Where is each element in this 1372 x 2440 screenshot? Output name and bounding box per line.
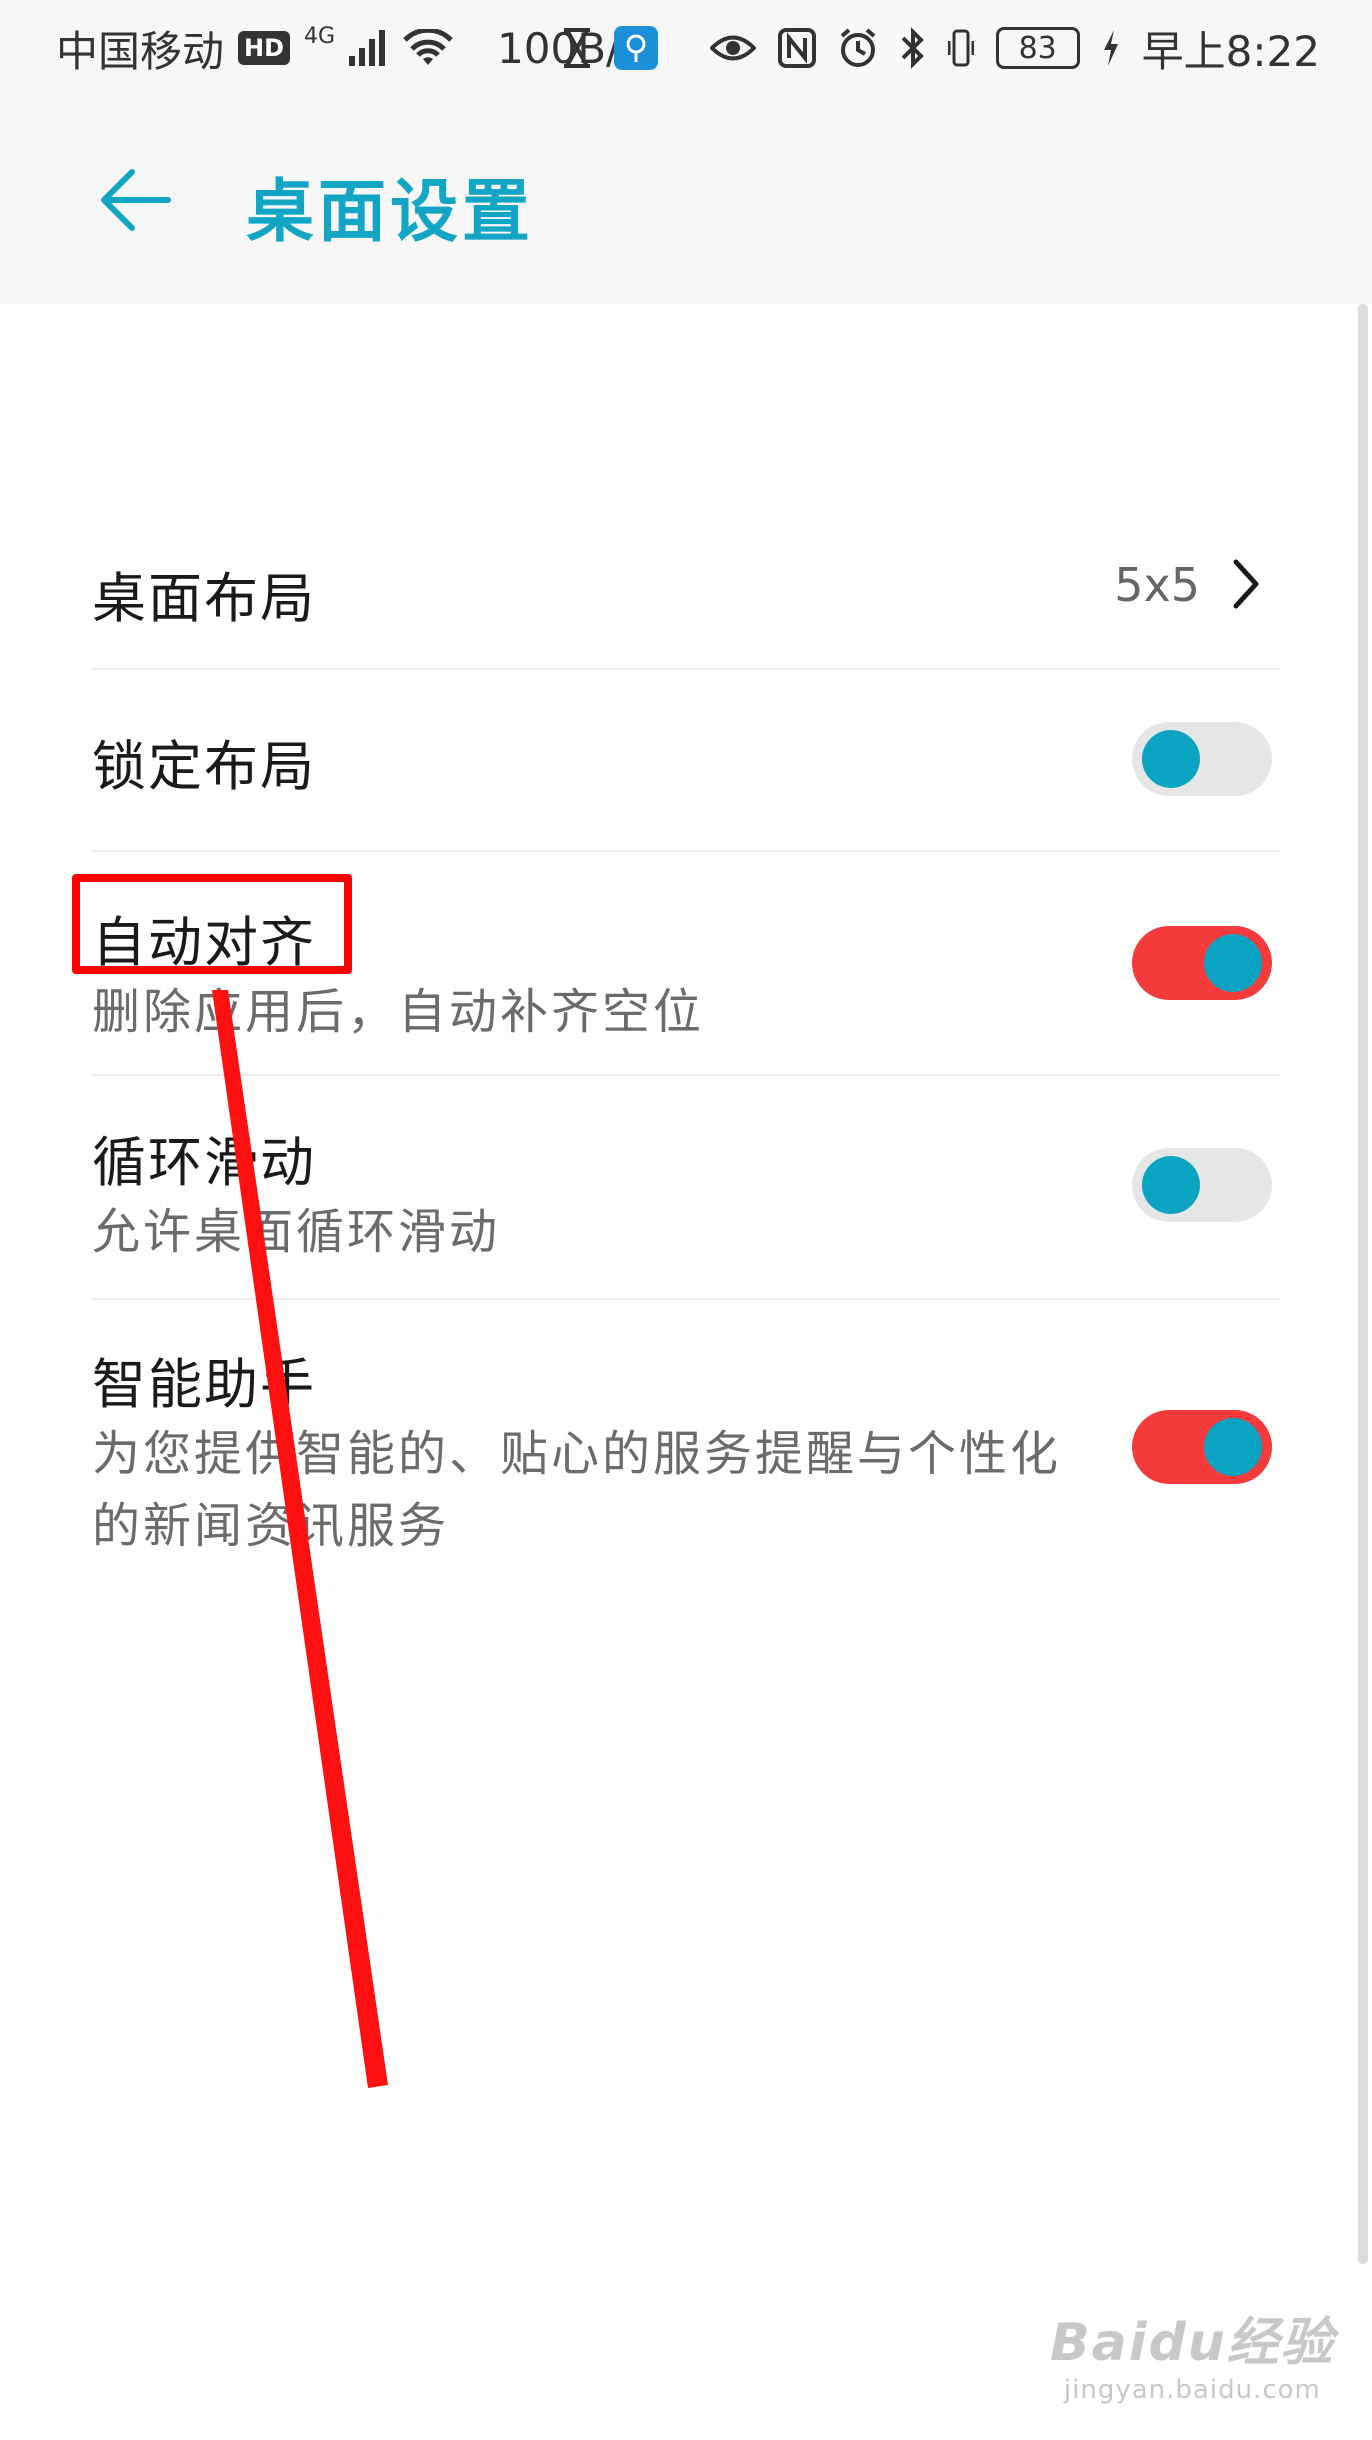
annotation-arrow xyxy=(212,990,388,2088)
watermark-brand: Baidu经验 xyxy=(1050,2313,1335,2373)
scrollbar[interactable] xyxy=(1358,304,1368,2264)
watermark-url: jingyan.baidu.com xyxy=(1063,2375,1321,2405)
watermark: Baidu经验 jingyan.baidu.com xyxy=(1050,2300,1335,2405)
